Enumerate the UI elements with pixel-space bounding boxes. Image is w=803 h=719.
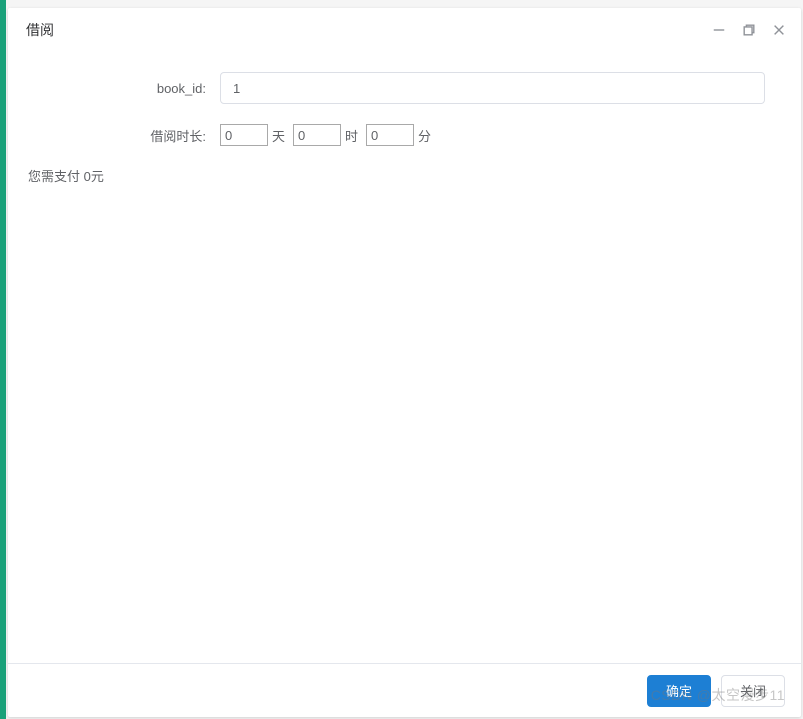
dialog-header: 借阅	[8, 8, 801, 52]
book-id-input[interactable]	[220, 72, 765, 104]
book-id-label: book_id:	[28, 81, 220, 96]
fullscreen-icon[interactable]	[741, 22, 757, 38]
days-input[interactable]	[220, 124, 268, 146]
close-icon[interactable]	[771, 22, 787, 38]
minutes-unit: 分	[418, 126, 431, 145]
minutes-input[interactable]	[366, 124, 414, 146]
close-button[interactable]: 关闭	[721, 675, 785, 707]
payment-amount-text: 您需支付 0元	[28, 166, 781, 185]
minimize-icon[interactable]	[711, 22, 727, 38]
hours-input[interactable]	[293, 124, 341, 146]
days-unit: 天	[272, 126, 285, 145]
form-row-book-id: book_id:	[28, 72, 781, 104]
dialog-title: 借阅	[26, 20, 711, 40]
dialog-body: book_id: 借阅时长: 天 时 分 您需支付 0元	[8, 52, 801, 663]
hours-unit: 时	[345, 126, 358, 145]
dialog-footer: 确定 关闭	[8, 663, 801, 717]
form-row-duration: 借阅时长: 天 时 分	[28, 124, 781, 146]
confirm-button[interactable]: 确定	[647, 675, 711, 707]
header-window-controls	[711, 22, 787, 38]
book-id-control	[220, 72, 781, 104]
duration-label: 借阅时长:	[28, 126, 220, 145]
borrow-dialog: 借阅 book_id: 借阅时长:	[8, 8, 801, 717]
background-sliver	[0, 0, 6, 719]
duration-control: 天 时 分	[220, 124, 781, 146]
